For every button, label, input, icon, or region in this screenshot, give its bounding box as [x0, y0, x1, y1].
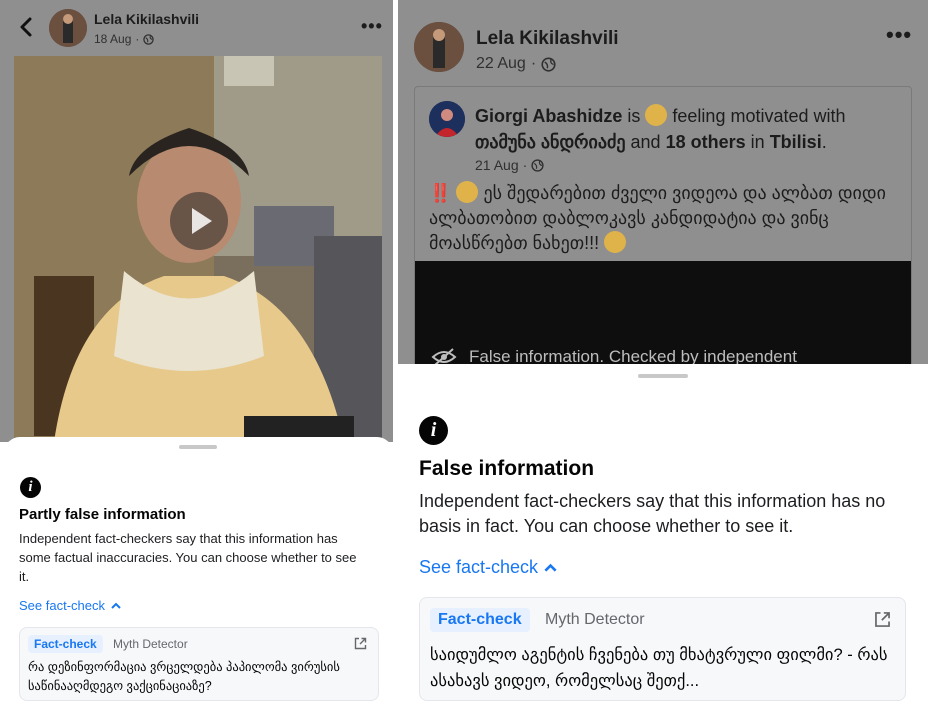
fact-check-headline: რა დეზინფორმაცია ვრცელდება პაპილომა ვირუ…	[28, 660, 340, 693]
post-overlay: Lela Kikilashvili 22 Aug · ••• Giorgi Ab…	[398, 0, 928, 366]
chevron-up-icon	[544, 563, 557, 572]
see-fact-check-link[interactable]: See fact-check	[19, 598, 121, 613]
blurred-video[interactable]: False information. Checked by independen…	[415, 261, 911, 365]
shared-post-header: Giorgi Abashidze is feeling motivated wi…	[475, 104, 846, 152]
fact-check-card[interactable]: Fact-check Myth Detector საიდუმლო აგენტი…	[419, 597, 906, 701]
fact-check-card[interactable]: Fact-check Myth Detector რა დეზინფორმაცი…	[19, 627, 379, 701]
author-avatar[interactable]	[414, 22, 464, 72]
shared-post-text: ‼️ ეს შედარებით ძველი ვიდეოა და ალბათ დი…	[429, 181, 886, 253]
see-fact-check-label: See fact-check	[19, 598, 105, 613]
sheet-description: Independent fact-checkers say that this …	[19, 531, 357, 584]
sheet-description: Independent fact-checkers say that this …	[419, 491, 886, 536]
shared-post[interactable]: Giorgi Abashidze is feeling motivated wi…	[414, 86, 912, 366]
author-name[interactable]: Lela Kikilashvili	[476, 28, 619, 50]
tagged-person[interactable]: თამუნა ანდრიაძე	[475, 132, 626, 152]
see-fact-check-link[interactable]: See fact-check	[419, 557, 557, 578]
overlay-edge	[0, 56, 14, 442]
video-thumbnail[interactable]	[14, 56, 382, 442]
fact-check-source: Myth Detector	[545, 611, 645, 628]
author-name[interactable]: Lela Kikilashvili	[94, 11, 199, 27]
shared-author-name[interactable]: Giorgi Abashidze	[475, 106, 622, 126]
location[interactable]: Tbilisi	[770, 132, 822, 152]
more-options-icon[interactable]: •••	[361, 16, 383, 37]
post-date: 18 Aug	[94, 32, 132, 46]
sheet-title: Partly false information	[19, 506, 186, 523]
monocle-emoji-icon	[604, 231, 627, 253]
thinking-emoji-icon	[456, 181, 479, 203]
back-arrow-icon[interactable]	[16, 16, 38, 38]
info-icon: i	[419, 416, 448, 445]
see-fact-check-label: See fact-check	[419, 557, 539, 577]
fact-check-headline: საიდუმლო აგენტის ჩვენება თუ მხატვრული ფი…	[430, 646, 888, 690]
shared-post-time: 21 Aug ·	[475, 157, 544, 173]
chevron-up-icon	[111, 602, 121, 609]
post-time: 22 Aug ·	[476, 55, 556, 73]
sheet-drag-handle[interactable]	[638, 374, 688, 378]
post-date: 22 Aug	[476, 55, 526, 72]
fact-check-badge: Fact-check	[430, 608, 530, 632]
right-screenshot: Lela Kikilashvili 22 Aug · ••• Giorgi Ab…	[398, 0, 928, 702]
external-link-icon[interactable]	[874, 611, 891, 628]
tagged-others[interactable]: 18 others	[666, 132, 746, 152]
info-icon: i	[20, 477, 41, 498]
shared-author-avatar[interactable]	[429, 101, 465, 137]
sheet-title: False information	[419, 457, 595, 480]
fact-check-sheet: i False information Independent fact-che…	[398, 364, 928, 702]
left-screenshot: Lela Kikilashvili 18 Aug · ••• i Partly …	[0, 0, 393, 702]
fact-check-sheet: i Partly false information Independent f…	[4, 437, 393, 702]
overlay-edge	[382, 56, 393, 442]
post-time: 18 Aug ·	[94, 32, 155, 46]
globe-icon	[541, 56, 556, 72]
exclamation-icon: ‼️	[429, 183, 452, 203]
globe-icon	[143, 33, 155, 45]
fact-check-badge: Fact-check	[28, 635, 103, 653]
sheet-drag-handle[interactable]	[179, 445, 217, 449]
globe-icon	[531, 158, 544, 172]
post-header: Lela Kikilashvili 18 Aug · •••	[0, 0, 393, 56]
feeling-emoji-icon	[645, 104, 668, 126]
fact-check-source: Myth Detector	[113, 637, 188, 651]
more-options-icon[interactable]: •••	[886, 22, 912, 48]
author-avatar[interactable]	[49, 9, 87, 47]
play-button[interactable]	[170, 192, 228, 250]
external-link-icon[interactable]	[354, 637, 367, 650]
